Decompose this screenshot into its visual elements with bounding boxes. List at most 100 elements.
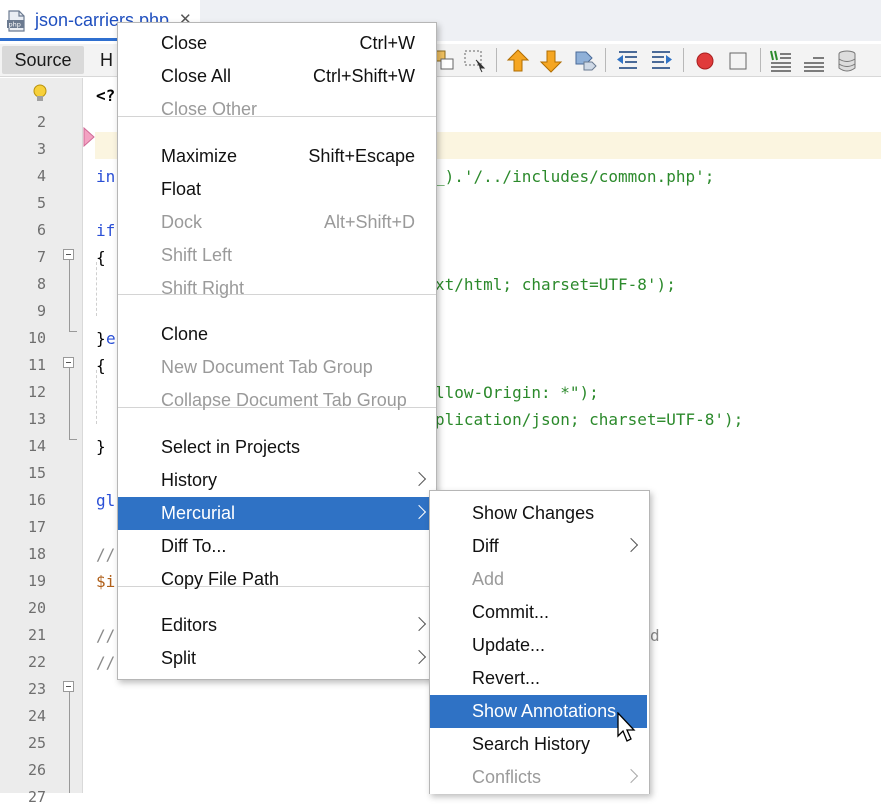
line-number: 14: [27, 437, 46, 455]
start-macro-icon[interactable]: [692, 48, 718, 74]
menu-item-label: Close All: [161, 66, 232, 86]
fold-line: [69, 368, 70, 440]
line-number: 27: [27, 788, 46, 806]
prev-bookmark-icon[interactable]: [505, 48, 531, 74]
database-icon[interactable]: [834, 48, 860, 74]
line-number: 11: [27, 356, 46, 374]
code-line-19: $i: [96, 572, 116, 591]
indent-guide: [96, 370, 98, 424]
menu-item-close-all[interactable]: Close All Ctrl+Shift+W: [118, 60, 436, 93]
php-file-icon: php: [7, 10, 25, 32]
submenu-arrow-icon: [623, 537, 639, 553]
mercurial-item-search-history[interactable]: Search History: [430, 728, 647, 761]
menu-item-editors[interactable]: Editors: [118, 609, 436, 642]
code-line-21: //: [96, 626, 116, 645]
code-line-4-start: in: [96, 167, 116, 186]
line-number: 5: [36, 194, 46, 212]
menu-item-label: New Document Tab Group: [161, 357, 373, 377]
code-line-1: <?: [96, 86, 116, 105]
menu-item-select-in-projects[interactable]: Select in Projects: [118, 431, 436, 464]
menu-item-copy-file-path[interactable]: Copy File Path: [118, 563, 436, 596]
menu-item-label: Show Annotations: [472, 701, 617, 721]
menu-item-label: Close Other: [161, 99, 258, 119]
next-bookmark-icon[interactable]: [538, 48, 564, 74]
select-region-icon[interactable]: [462, 48, 488, 74]
shift-right-icon[interactable]: [648, 48, 674, 74]
code-line-12: llow-Origin: *");: [435, 383, 599, 402]
line-number: 3: [36, 140, 46, 158]
mercurial-item-commit[interactable]: Commit...: [430, 596, 647, 629]
comment-icon[interactable]: [768, 48, 794, 74]
mercurial-item-diff[interactable]: Diff: [430, 530, 647, 563]
line-number: 16: [27, 491, 46, 509]
menu-item-label: Select in Projects: [161, 437, 301, 457]
source-button[interactable]: Source: [2, 46, 84, 74]
menu-item-label: History: [161, 470, 218, 490]
menu-item-label: Commit...: [472, 602, 550, 622]
menu-item-label: Clone: [161, 324, 209, 344]
menu-item-split[interactable]: Split: [118, 642, 436, 675]
menu-item-new-document-tab-group[interactable]: New Document Tab Group: [118, 351, 436, 384]
fold-line: [69, 439, 77, 440]
mercurial-item-conflicts[interactable]: Conflicts: [430, 761, 647, 794]
caret-marker-icon: [83, 127, 95, 147]
menu-item-label: Editors: [161, 615, 218, 635]
menu-item-clone[interactable]: Clone: [118, 318, 436, 351]
code-line-13: plication/json; charset=UTF-8');: [435, 410, 744, 429]
menu-item-label: Conflicts: [472, 767, 542, 787]
fold-toggle[interactable]: [63, 681, 74, 692]
mercurial-item-update[interactable]: Update...: [430, 629, 647, 662]
line-number: 19: [27, 572, 46, 590]
menu-item-label: Add: [472, 569, 505, 589]
menu-item-collapse-document-tab-group[interactable]: Collapse Document Tab Group: [118, 384, 436, 417]
menu-item-label: Copy File Path: [161, 569, 280, 589]
fold-toggle[interactable]: [63, 249, 74, 260]
menu-item-label: Shift Right: [161, 278, 245, 298]
mercurial-item-show-changes[interactable]: Show Changes: [430, 497, 647, 530]
mercurial-submenu: Show Changes Diff Add Commit... Update... Rev…: [429, 490, 650, 794]
line-number: 23: [27, 680, 46, 698]
line-number: 9: [36, 302, 46, 320]
menu-item-label: Revert...: [472, 668, 541, 688]
code-line-4-end: _).'/../includes/common.php';: [435, 167, 715, 186]
code-line-8: xt/html; charset=UTF-8');: [435, 275, 676, 294]
uncomment-icon[interactable]: [801, 48, 827, 74]
menu-item-diff-to[interactable]: Diff To...: [118, 530, 436, 563]
lightbulb-icon[interactable]: [31, 83, 49, 103]
toolbar-separator: [605, 48, 606, 72]
menu-item-close-other[interactable]: Close Other: [118, 93, 436, 126]
menu-item-float[interactable]: Float: [118, 173, 436, 206]
menu-item-label: Collapse Document Tab Group: [161, 390, 407, 410]
code-line-18: //: [96, 545, 116, 564]
menu-item-label: Shift Left: [161, 245, 233, 265]
mercurial-item-add[interactable]: Add: [430, 563, 647, 596]
line-number: 2: [36, 113, 46, 131]
code-line-14: }: [96, 437, 106, 456]
submenu-arrow-icon: [411, 471, 427, 487]
toolbar-separator: [760, 48, 761, 72]
line-number: 17: [27, 518, 46, 536]
fold-toggle[interactable]: [63, 357, 74, 368]
line-number: 24: [27, 707, 46, 725]
stop-macro-icon[interactable]: [725, 48, 751, 74]
mercurial-item-show-annotations[interactable]: Show Annotations: [430, 695, 647, 728]
menu-item-shift-right[interactable]: Shift Right: [118, 272, 436, 305]
menu-item-shortcut: Alt+Shift+D: [323, 212, 415, 232]
line-number: 22: [27, 653, 46, 671]
shift-left-icon[interactable]: [615, 48, 641, 74]
menu-item-shift-left[interactable]: Shift Left: [118, 239, 436, 272]
toggle-bookmark-icon[interactable]: [572, 48, 598, 74]
code-line-6: if: [96, 221, 116, 240]
fold-line: [69, 331, 77, 332]
history-button[interactable]: H: [100, 46, 113, 74]
menu-item-maximize[interactable]: Maximize Shift+Escape: [118, 140, 436, 173]
mercurial-item-revert[interactable]: Revert...: [430, 662, 647, 695]
menu-item-mercurial[interactable]: Mercurial: [118, 497, 436, 530]
menu-item-close[interactable]: Close Ctrl+W: [118, 27, 436, 60]
line-number: 13: [27, 410, 46, 428]
menu-item-history[interactable]: History: [118, 464, 436, 497]
menu-item-label: Close: [161, 33, 208, 53]
menu-item-label: Search History: [472, 734, 591, 754]
menu-item-dock[interactable]: Dock Alt+Shift+D: [118, 206, 436, 239]
code-line-22: //: [96, 653, 116, 672]
